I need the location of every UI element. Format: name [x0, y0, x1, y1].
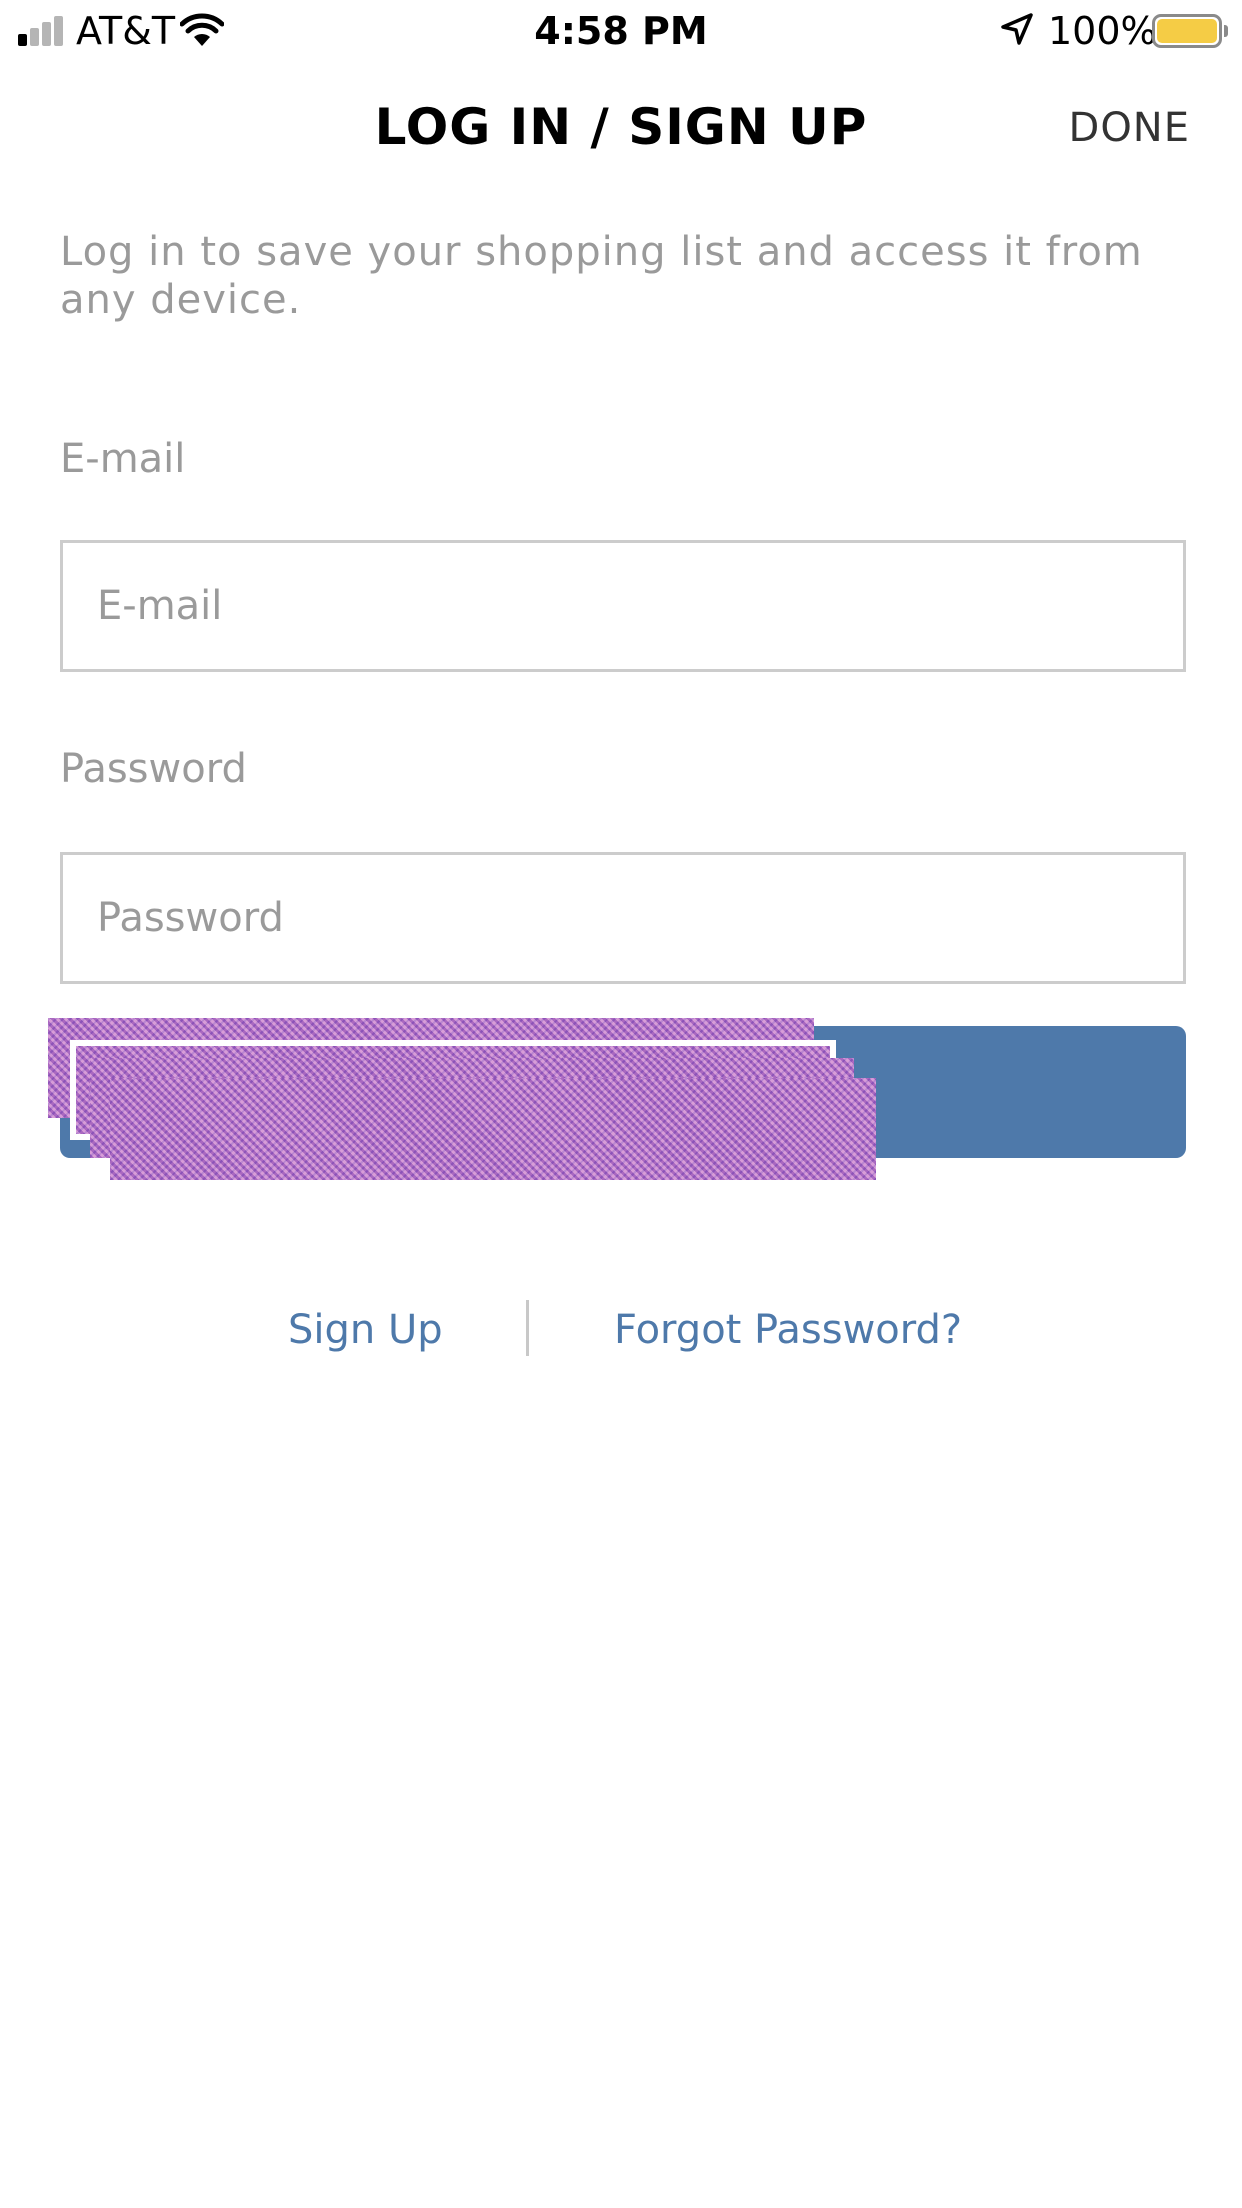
password-field-box [60, 852, 1186, 984]
forgot-password-link[interactable]: Forgot Password? [614, 1304, 962, 1356]
wifi-icon [180, 13, 224, 46]
email-label: E-mail [60, 436, 186, 482]
email-field-box [60, 540, 1186, 672]
intro-text: Log in to save your shopping list and ac… [60, 229, 1143, 323]
battery-percent: 100% [1048, 9, 1157, 53]
carrier-name: AT&T [76, 9, 176, 53]
links-divider [526, 1300, 529, 1356]
email-field[interactable] [63, 543, 1183, 669]
signal-icon [18, 16, 66, 46]
redaction-overlay [110, 1078, 876, 1180]
sign-up-link[interactable]: Sign Up [288, 1304, 443, 1356]
password-field[interactable] [63, 855, 1183, 981]
status-bar: AT&T 4:58 PM 100% [0, 0, 1242, 62]
done-button[interactable]: DONE [1069, 100, 1190, 156]
account-links: Sign Up Forgot Password? [0, 1300, 1242, 1360]
password-label: Password [60, 746, 247, 792]
location-arrow-icon [1001, 13, 1033, 45]
page-title: LOG IN / SIGN UP [374, 98, 868, 156]
battery-icon [1152, 14, 1228, 48]
login-screen: AT&T 4:58 PM 100% LOG IN / SIGN UP DONE … [0, 0, 1242, 2208]
